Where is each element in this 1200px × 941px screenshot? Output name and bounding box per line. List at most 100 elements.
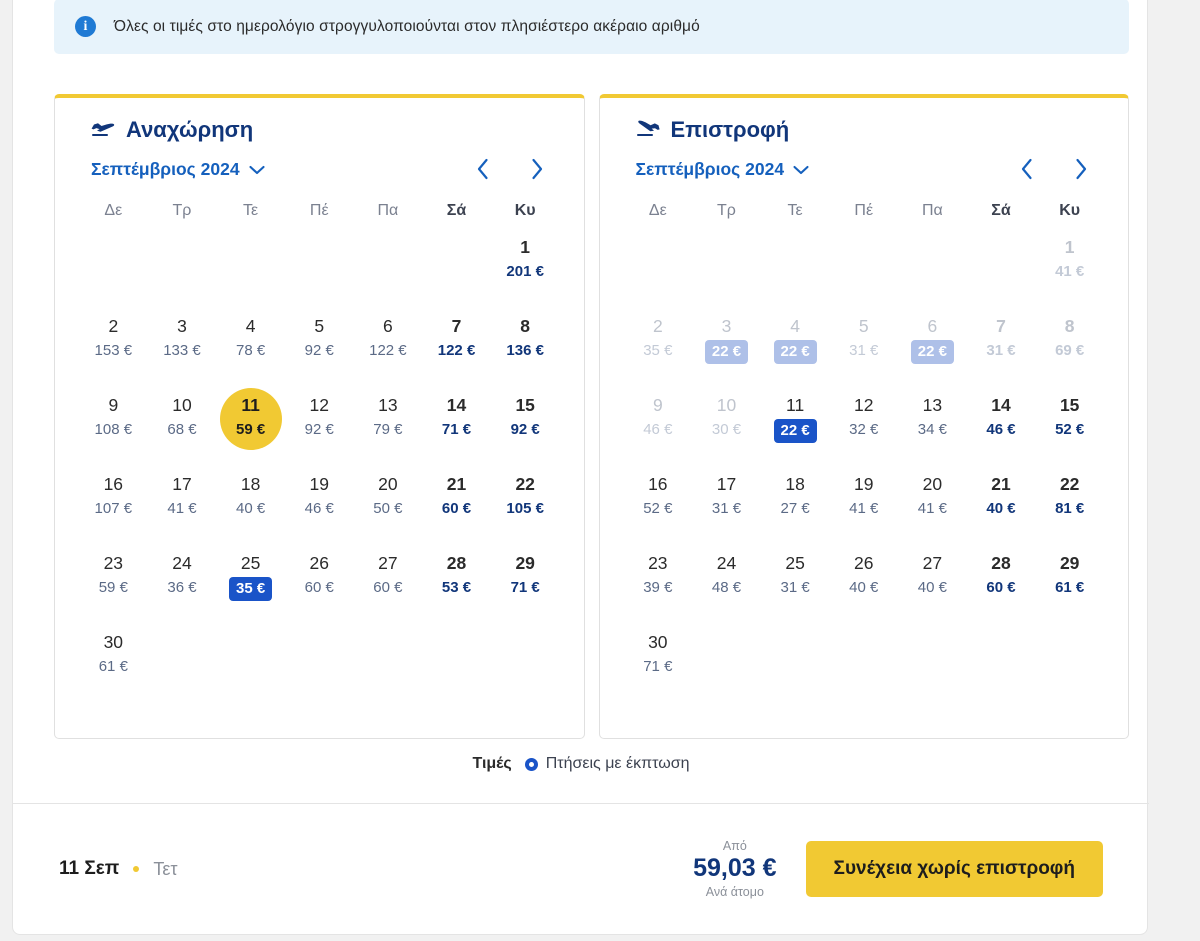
continue-without-return-button[interactable]: Συνέχεια χωρίς επιστροφή bbox=[805, 841, 1103, 897]
day-cell[interactable]: 18 40 € bbox=[216, 467, 285, 546]
day-cell[interactable]: 27 40 € bbox=[898, 546, 967, 625]
day-number: 5 bbox=[314, 316, 325, 336]
day-cell[interactable]: 20 41 € bbox=[898, 467, 967, 546]
day-cell[interactable]: 13 34 € bbox=[898, 388, 967, 467]
day-cell[interactable]: 8 136 € bbox=[491, 309, 560, 388]
day-cell[interactable]: 21 60 € bbox=[422, 467, 491, 546]
info-banner: i Όλες οι τιμές στο ημερολόγιο στρογγυλο… bbox=[54, 0, 1129, 54]
day-cell[interactable]: 29 71 € bbox=[491, 546, 560, 625]
outbound-next-month-button[interactable] bbox=[530, 158, 544, 180]
outbound-weekday-header: Δε Τρ Τε Πέ Πα Σά Κυ bbox=[73, 202, 566, 220]
inbound-prev-month-button[interactable] bbox=[1020, 158, 1034, 180]
outbound-nav-arrows bbox=[476, 158, 552, 180]
day-cell[interactable]: 14 71 € bbox=[422, 388, 491, 467]
day-cell[interactable]: 20 50 € bbox=[354, 467, 423, 546]
day-cell[interactable]: 27 60 € bbox=[354, 546, 423, 625]
day-number: 14 bbox=[991, 395, 1011, 415]
price-amount: 59,03 € bbox=[693, 854, 777, 883]
day-price: 36 € bbox=[167, 579, 197, 596]
day-price: 40 € bbox=[849, 579, 879, 596]
day-cell: 3 22 € bbox=[692, 309, 761, 388]
day-cell[interactable]: 5 92 € bbox=[285, 309, 354, 388]
day-cell[interactable]: 25 31 € bbox=[761, 546, 830, 625]
day-number: 30 bbox=[103, 632, 124, 652]
inbound-calendar: Επιστροφή Σεπτέμβριος 2024 Δε Τρ Τε Πέ Π… bbox=[598, 94, 1129, 739]
day-number: 4 bbox=[245, 316, 256, 336]
day-cell[interactable]: 30 61 € bbox=[79, 625, 148, 704]
day-number: 7 bbox=[451, 316, 462, 336]
weekday-header-cell: Τε bbox=[787, 202, 803, 219]
day-number: 20 bbox=[378, 474, 398, 494]
day-price: 41 € bbox=[849, 500, 879, 517]
day-cell[interactable]: 16 52 € bbox=[624, 467, 693, 546]
day-number: 25 bbox=[240, 553, 261, 573]
day-cell[interactable]: 7 122 € bbox=[422, 309, 491, 388]
day-cell[interactable]: 3 133 € bbox=[148, 309, 217, 388]
day-price: 46 € bbox=[643, 421, 673, 438]
day-price: 122 € bbox=[369, 342, 407, 359]
day-cell: 8 69 € bbox=[1035, 309, 1104, 388]
day-cell[interactable]: 21 40 € bbox=[967, 467, 1036, 546]
day-cell[interactable]: 4 78 € bbox=[216, 309, 285, 388]
day-number: 1 bbox=[520, 237, 531, 257]
day-cell[interactable]: 23 59 € bbox=[79, 546, 148, 625]
day-price: 41 € bbox=[167, 500, 197, 517]
day-cell[interactable]: 17 31 € bbox=[692, 467, 761, 546]
day-cell[interactable]: 28 53 € bbox=[422, 546, 491, 625]
day-cell[interactable]: 2 153 € bbox=[79, 309, 148, 388]
day-cell[interactable]: 25 35 € bbox=[216, 546, 285, 625]
day-number: 26 bbox=[854, 553, 874, 573]
day-cell[interactable]: 29 61 € bbox=[1035, 546, 1104, 625]
day-cell[interactable]: 24 48 € bbox=[692, 546, 761, 625]
day-cell[interactable]: 15 92 € bbox=[491, 388, 560, 467]
day-cell[interactable]: 19 41 € bbox=[829, 467, 898, 546]
outbound-calendar: Αναχώρηση Σεπτέμβριος 2024 Δε Τρ Τε Πέ Π… bbox=[54, 94, 585, 739]
day-cell[interactable]: 1 201 € bbox=[491, 230, 560, 309]
weekday-header-cell: Τρ bbox=[172, 202, 192, 219]
inbound-next-month-button[interactable] bbox=[1074, 158, 1088, 180]
inbound-nav-arrows bbox=[1020, 158, 1096, 180]
day-cell[interactable]: 23 39 € bbox=[624, 546, 693, 625]
day-cell[interactable]: 17 41 € bbox=[148, 467, 217, 546]
day-number: 9 bbox=[108, 395, 119, 415]
day-cell[interactable]: 9 108 € bbox=[79, 388, 148, 467]
day-cell[interactable]: 19 46 € bbox=[285, 467, 354, 546]
day-price: 60 € bbox=[304, 579, 334, 596]
day-cell[interactable]: 12 92 € bbox=[285, 388, 354, 467]
day-cell-empty bbox=[829, 230, 898, 309]
info-icon: i bbox=[75, 16, 96, 37]
day-cell[interactable]: 11 59 € bbox=[216, 388, 285, 467]
day-cell[interactable]: 6 122 € bbox=[354, 309, 423, 388]
day-cell[interactable]: 16 107 € bbox=[79, 467, 148, 546]
day-cell[interactable]: 28 60 € bbox=[967, 546, 1036, 625]
day-cell[interactable]: 30 71 € bbox=[624, 625, 693, 704]
day-price: 105 € bbox=[506, 500, 544, 517]
day-number: 13 bbox=[922, 395, 943, 415]
day-cell[interactable]: 18 27 € bbox=[761, 467, 830, 546]
day-cell: 6 22 € bbox=[898, 309, 967, 388]
day-number: 27 bbox=[378, 553, 398, 573]
day-number: 10 bbox=[172, 395, 192, 415]
day-cell[interactable]: 26 40 € bbox=[829, 546, 898, 625]
day-price: 46 € bbox=[304, 500, 334, 517]
day-number: 14 bbox=[446, 395, 467, 415]
day-cell: 10 30 € bbox=[692, 388, 761, 467]
day-cell[interactable]: 11 22 € bbox=[761, 388, 830, 467]
chevron-down-icon bbox=[793, 159, 809, 180]
day-cell[interactable]: 10 68 € bbox=[148, 388, 217, 467]
outbound-month-dropdown[interactable]: Σεπτέμβριος 2024 bbox=[91, 159, 265, 180]
day-cell[interactable]: 15 52 € bbox=[1035, 388, 1104, 467]
day-cell[interactable]: 22 81 € bbox=[1035, 467, 1104, 546]
day-cell[interactable]: 22 105 € bbox=[491, 467, 560, 546]
day-cell[interactable]: 14 46 € bbox=[967, 388, 1036, 467]
day-cell[interactable]: 13 79 € bbox=[354, 388, 423, 467]
day-cell: 4 22 € bbox=[761, 309, 830, 388]
day-price: 60 € bbox=[441, 500, 472, 517]
day-cell[interactable]: 24 36 € bbox=[148, 546, 217, 625]
day-cell[interactable]: 12 32 € bbox=[829, 388, 898, 467]
day-number: 29 bbox=[515, 553, 535, 573]
inbound-month-dropdown[interactable]: Σεπτέμβριος 2024 bbox=[636, 159, 810, 180]
day-cell: 2 35 € bbox=[624, 309, 693, 388]
outbound-prev-month-button[interactable] bbox=[476, 158, 490, 180]
day-cell[interactable]: 26 60 € bbox=[285, 546, 354, 625]
